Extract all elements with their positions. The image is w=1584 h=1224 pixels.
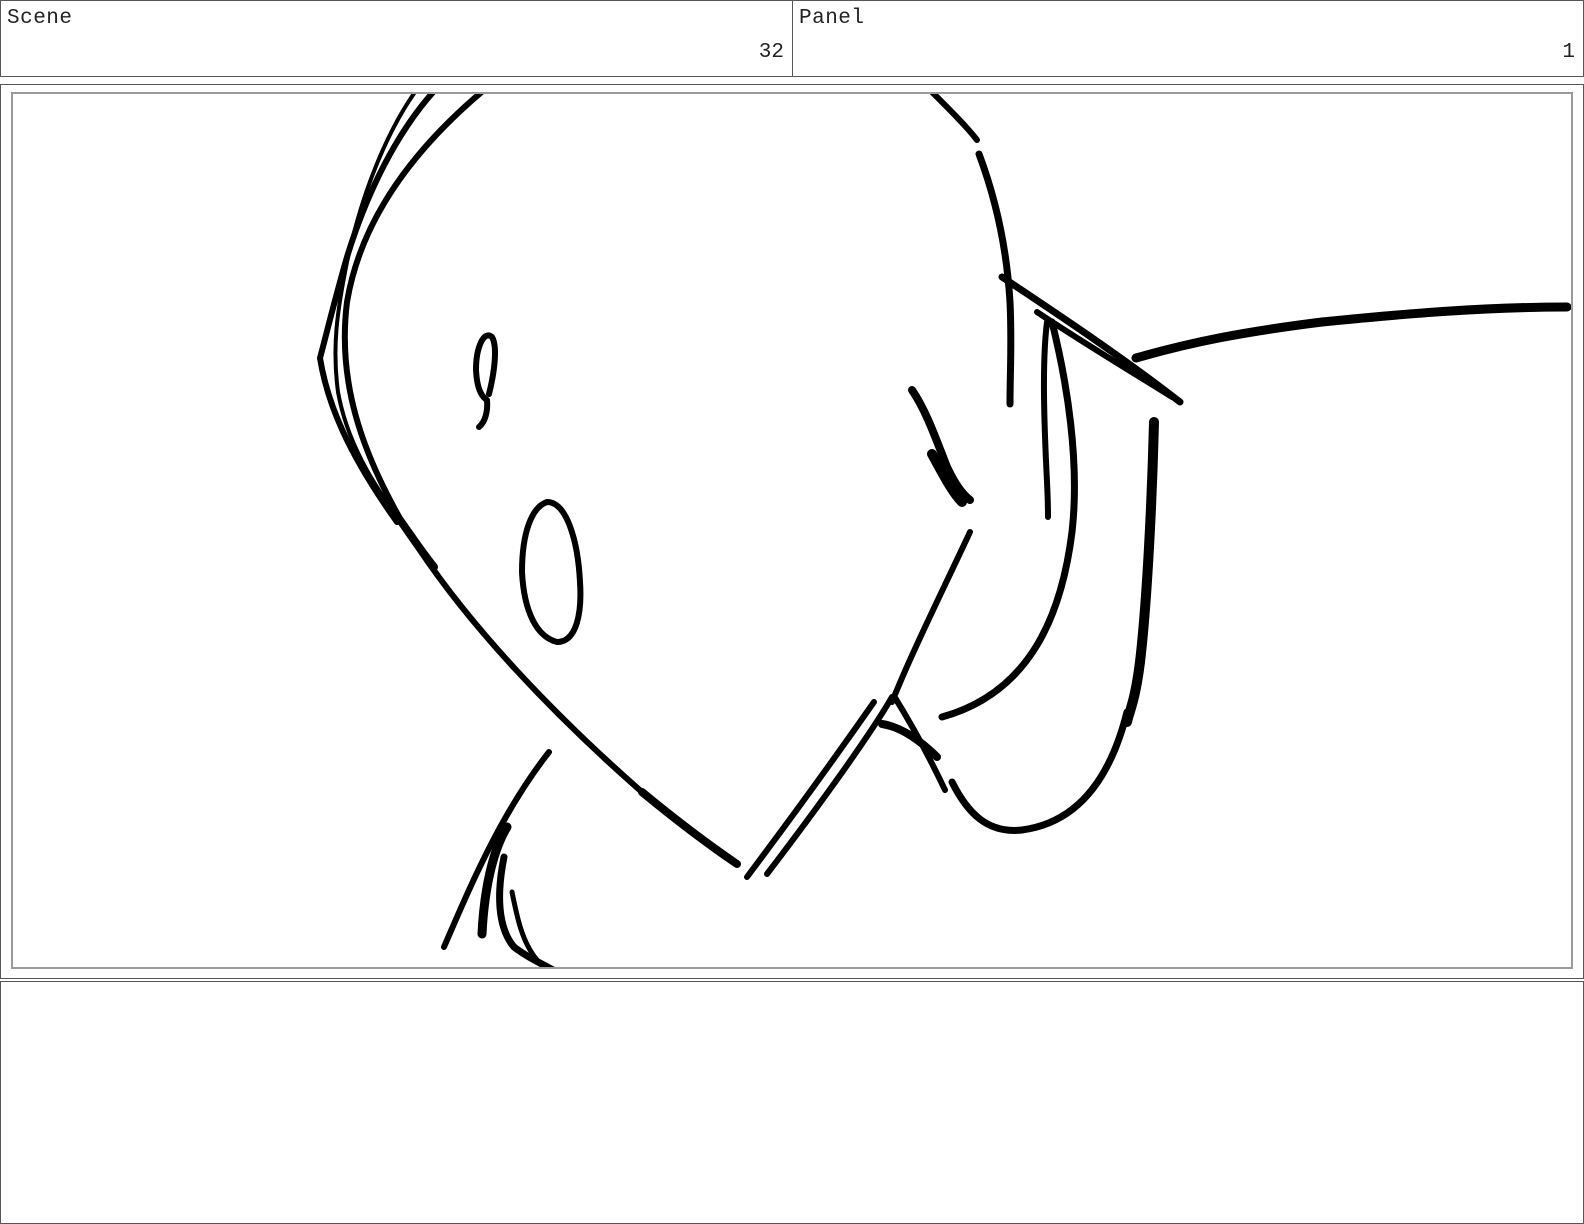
neck-stroke [496, 853, 556, 967]
mouth-stroke [878, 720, 941, 761]
panel-label: Panel [799, 7, 865, 30]
eye-stroke [473, 332, 499, 430]
head-outline-stroke [929, 94, 980, 143]
eye-stroke [519, 499, 584, 645]
mouth-stroke [889, 529, 973, 705]
mouth-stroke [764, 694, 895, 877]
hair-stroke [1040, 319, 1051, 520]
mouth-stroke [744, 699, 877, 880]
head-outline-stroke [638, 788, 741, 868]
drawing-area[interactable] [11, 92, 1573, 969]
panel-cell: Panel 1 [792, 0, 1584, 77]
hair-stroke [948, 708, 1131, 834]
scene-label: Scene [7, 7, 73, 30]
head-outline-stroke [396, 516, 438, 571]
nose-stroke [908, 386, 974, 504]
storyboard-header: Scene 32 Panel 1 [0, 0, 1584, 79]
scene-cell: Scene 32 [0, 0, 793, 77]
panel-number[interactable]: 1 [1562, 41, 1575, 64]
hair-stroke [1131, 302, 1571, 363]
hair-stroke [1122, 417, 1159, 727]
sketch-drawing [317, 94, 1571, 967]
scene-number[interactable]: 32 [759, 41, 784, 64]
notes-area[interactable] [0, 981, 1584, 1224]
head-outline-stroke [341, 94, 740, 867]
